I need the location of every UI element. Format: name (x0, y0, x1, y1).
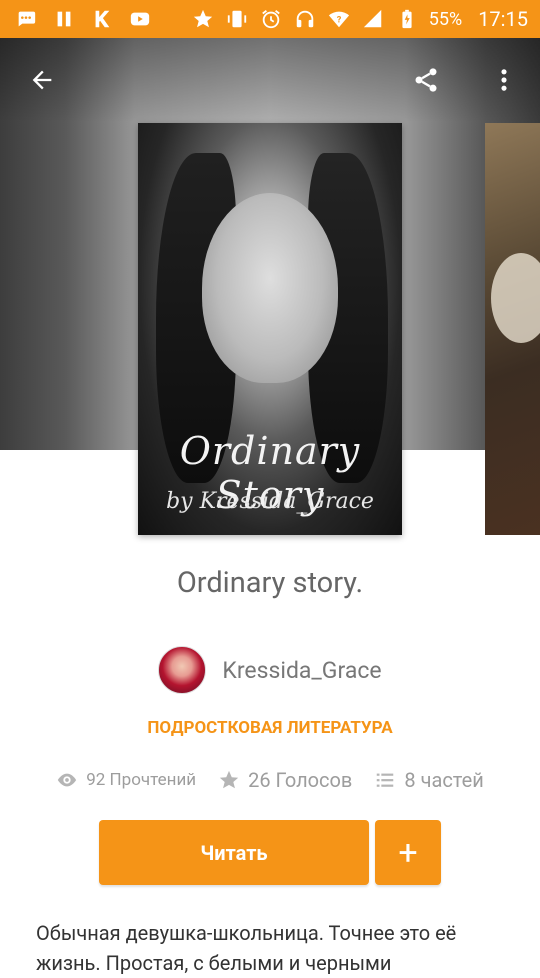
battery-icon (395, 8, 419, 30)
author-name[interactable]: Kressida_Grace (222, 657, 381, 684)
k-icon (90, 8, 114, 30)
cover-portrait (202, 193, 338, 383)
battery-percent: 55% (428, 8, 463, 30)
toolbar (0, 38, 540, 122)
back-button[interactable] (20, 58, 64, 102)
cover-author: by Kressida_Grace (166, 489, 374, 514)
story-description: Обычная девушка-школьница. Точнее это её… (36, 921, 457, 975)
author-avatar[interactable] (158, 646, 207, 694)
star-icon (191, 8, 215, 30)
pause-icon (52, 8, 76, 30)
reads-count: 92 Прочтений (86, 770, 197, 790)
reads-stat: 92 Прочтений (56, 769, 196, 791)
parts-count: 8 частей (404, 768, 484, 792)
more-vertical-icon (501, 69, 507, 91)
headset-icon (293, 8, 317, 30)
parts-stat: 8 частей (374, 768, 484, 792)
add-to-library-button[interactable]: + (375, 820, 441, 885)
story-cover[interactable]: Ordinary Story by Kressida_Grace (138, 123, 402, 535)
clock: 17:15 (478, 7, 528, 31)
share-button[interactable] (404, 58, 448, 102)
back-arrow-icon (32, 70, 52, 90)
star-vote-icon (219, 770, 239, 789)
votes-count: 26 Голосов (248, 768, 353, 792)
votes-stat: 26 Голосов (218, 768, 352, 792)
author-row[interactable]: Kressida_Grace (0, 646, 540, 694)
list-icon (377, 773, 394, 787)
youtube-icon (128, 8, 152, 30)
vibrate-icon (225, 8, 249, 30)
share-icon (415, 68, 437, 92)
signal-icon (361, 8, 385, 30)
wifi-icon: ? (327, 8, 351, 30)
next-story-cover[interactable] (485, 123, 540, 535)
story-title: Ordinary story. (176, 566, 364, 600)
next-cover-artwork (491, 253, 540, 343)
more-options-button[interactable] (482, 58, 526, 102)
story-stats: 92 Прочтений 26 Голосов 8 частей (0, 768, 540, 792)
alarm-icon (259, 8, 283, 30)
story-category[interactable]: ПОДРОСТКОВАЯ ЛИТЕРАТУРА (0, 718, 540, 738)
svg-text:?: ? (336, 16, 341, 26)
status-bar: ? 55% 17:15 (0, 0, 540, 38)
eye-icon (58, 773, 77, 787)
read-button[interactable]: Читать (99, 820, 369, 885)
chat-icon (14, 8, 38, 30)
